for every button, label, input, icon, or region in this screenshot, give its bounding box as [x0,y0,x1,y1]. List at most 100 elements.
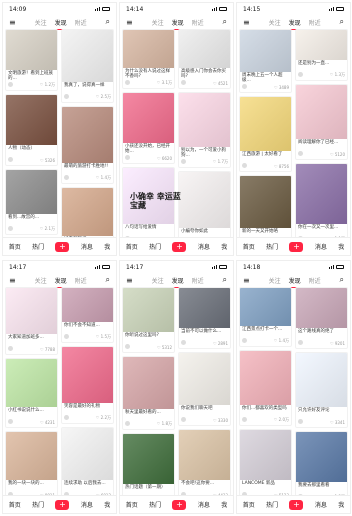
heart-icon[interactable]: ♡ [274,417,278,422]
post-card[interactable]: 江西旅游 | 太好看了 ♡ 8756 [239,96,292,172]
nav-messages[interactable]: 消息 [81,242,93,251]
tab-1[interactable]: 发现 [171,276,184,288]
heart-icon[interactable]: ♡ [330,420,334,425]
post-image[interactable] [240,288,291,326]
nav-messages[interactable]: 消息 [198,500,210,509]
post-card[interactable]: 只允许好友评论 ♡ 3341 [295,352,348,428]
nav-messages[interactable]: 消息 [315,500,327,509]
tab-0[interactable]: 关注 [152,18,164,27]
nav-messages[interactable]: 消息 [81,500,93,509]
nav-hot[interactable]: 热门 [32,242,44,251]
nav-hot[interactable]: 热门 [266,242,278,251]
post-card[interactable]: 看到...故宫的... ♡ 2.1万 [5,169,58,235]
post-card[interactable]: 人物（动态） ♡ 5326 [5,94,58,166]
search-icon[interactable]: ⌕ [340,275,344,285]
nav-me[interactable]: 我 [104,500,110,509]
post-image[interactable] [123,30,174,68]
heart-icon[interactable]: ♡ [96,415,100,420]
nav-me[interactable]: 我 [221,242,227,251]
heart-icon[interactable]: ♡ [274,338,278,343]
nav-hot[interactable]: 热门 [266,500,278,509]
search-icon[interactable]: ⌕ [340,17,344,27]
post-card[interactable]: 最萌的旅游打卡胜地!! ♡ 1.4万 [61,106,114,184]
add-post-button[interactable]: + [289,241,304,252]
heart-icon[interactable]: ♡ [157,421,161,426]
nav-messages[interactable]: 消息 [315,242,327,251]
post-card[interactable]: 你们...都喜欢的类型吗 ♡ 2.0万 [239,350,292,426]
nav-hot[interactable]: 热门 [149,500,161,509]
nav-me[interactable]: 我 [104,242,110,251]
tab-0[interactable]: 关注 [269,276,281,285]
post-card[interactable]: 你在一次又一次里...♡ 1.1万 [295,163,348,245]
post-card[interactable]: 江西景点打卡一个... ♡ 1.4万 [239,287,292,347]
tab-2[interactable]: 附近 [309,276,321,285]
tab-0[interactable]: 关注 [269,18,281,27]
heart-icon[interactable]: ♡ [213,81,217,86]
menu-icon[interactable]: ≡ [9,18,16,27]
post-image[interactable] [296,432,347,482]
tab-1[interactable]: 发现 [54,276,67,288]
post-card[interactable]: 当前不可以做什么... ♡ 2891 [178,287,231,349]
post-card[interactable]: 秋天里最好看的... ♡ 1.8万 [122,356,175,430]
post-card[interactable]: 你说我们聊天吧 ♡ 3330 [178,352,231,426]
heart-icon[interactable]: ♡ [96,94,100,99]
post-image[interactable] [179,93,230,147]
heart-icon[interactable]: ♡ [40,82,44,87]
nav-me[interactable]: 我 [338,242,344,251]
post-image[interactable] [62,107,113,163]
tab-2[interactable]: 附近 [192,276,204,285]
tab-2[interactable]: 附近 [309,18,321,27]
post-image[interactable] [179,353,230,405]
post-image[interactable] [62,347,113,403]
heart-icon[interactable]: ♡ [40,347,44,352]
tab-0[interactable]: 关注 [35,18,47,27]
post-image[interactable] [62,428,113,480]
post-card[interactable]: 文明旅游！看到上班族的... ♡ 1.2万 [5,29,58,91]
post-card[interactable]: 我的一块一块的...♡ 9011 [5,431,58,501]
post-image[interactable] [6,288,57,334]
menu-icon[interactable]: ≡ [243,276,250,285]
post-card[interactable]: 笑容是最好的礼物 ♡ 2.2万 [61,346,114,424]
post-image[interactable] [296,164,347,224]
post-image[interactable] [6,432,57,480]
add-post-button[interactable]: + [55,499,70,510]
post-card[interactable]: LANCÔME 新品♡ 5123 [239,429,292,501]
nav-hot[interactable]: 热门 [149,242,161,251]
nav-messages[interactable]: 消息 [198,242,210,251]
heart-icon[interactable]: ♡ [213,418,217,423]
post-image[interactable] [240,351,291,405]
heart-icon[interactable]: ♡ [157,80,161,85]
tab-1[interactable]: 发现 [288,276,301,288]
post-card[interactable]: 还是别为一直... ♡ 1.3万 [295,29,348,81]
post-image[interactable] [179,30,230,68]
post-card[interactable]: 阅读理解你了已经... ♡ 5120 [295,84,348,160]
post-image[interactable] [6,95,57,145]
post-image[interactable] [123,288,174,332]
post-card[interactable]: 小红书说说什么... ♡ 4231 [5,358,58,428]
post-image[interactable] [240,97,291,151]
menu-icon[interactable]: ≡ [243,18,250,27]
heart-icon[interactable]: ♡ [213,341,217,346]
post-image[interactable] [6,359,57,407]
post-card[interactable]: 我真了，说得真一样 ♡ 2.5万 [61,29,114,103]
post-image[interactable] [179,288,230,328]
post-card[interactable]: 小孩还没开始，已经开始... ♡ 6620 [122,92,175,164]
heart-icon[interactable]: ♡ [274,164,278,169]
heart-icon[interactable]: ♡ [40,226,44,231]
post-image[interactable] [240,430,291,480]
post-image[interactable] [123,357,174,409]
heart-icon[interactable]: ♡ [40,420,44,425]
heart-icon[interactable]: ♡ [274,85,278,90]
post-image[interactable] [240,176,291,228]
post-card[interactable]: 你听说过这里吗? ♡ 5312 [122,287,175,353]
nav-me[interactable]: 我 [338,500,344,509]
post-card[interactable]: 周末晚上五一个人超级... ♡ 3489 [239,29,292,93]
post-image[interactable] [6,170,57,214]
nav-home[interactable]: 首页 [243,500,255,509]
nav-home[interactable]: 首页 [126,242,138,251]
heart-icon[interactable]: ♡ [157,345,161,350]
post-image[interactable] [179,430,230,480]
post-image[interactable] [123,434,174,484]
search-icon[interactable]: ⌕ [223,275,227,285]
tab-2[interactable]: 附近 [192,18,204,27]
